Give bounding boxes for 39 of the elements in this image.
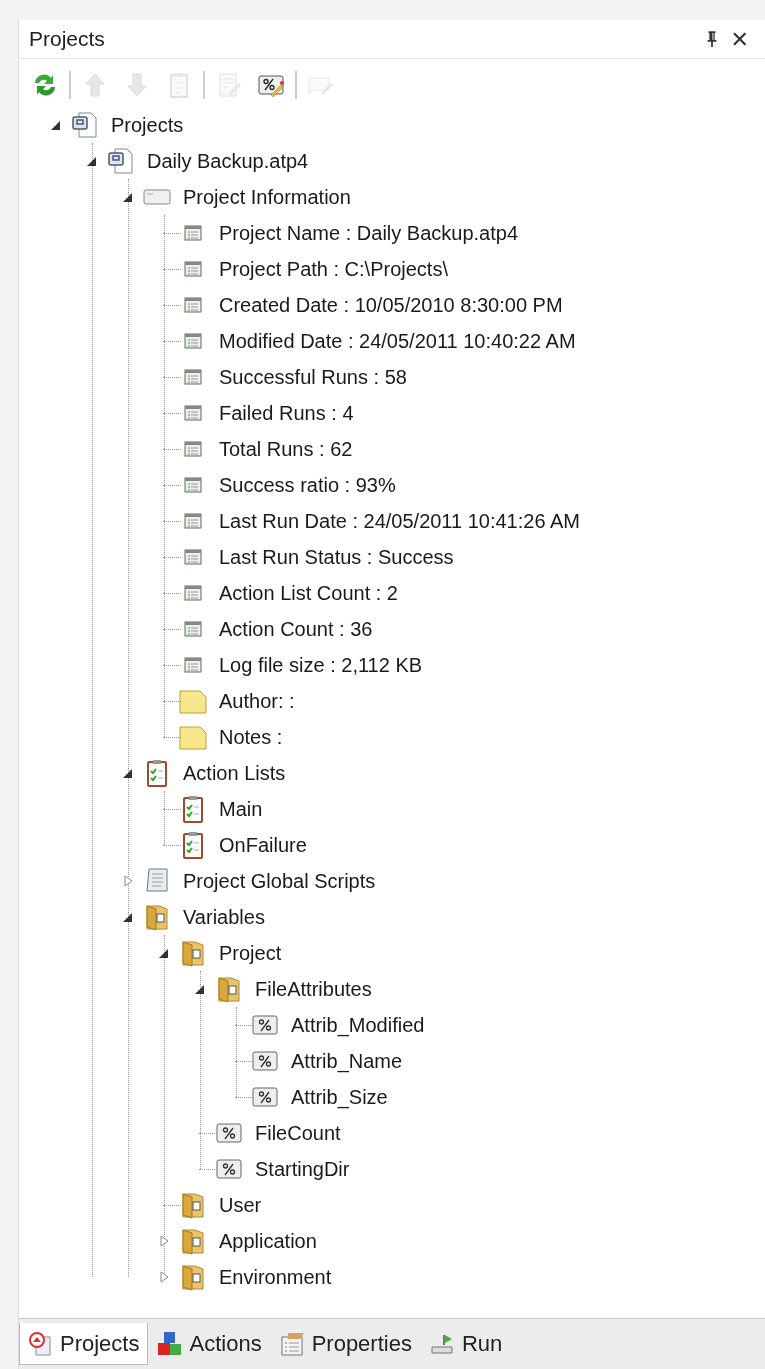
tree-item[interactable]: Attrib_Name: [291, 1049, 403, 1073]
tree-item[interactable]: Created Date : 10/05/2010 8:30:00 PM: [219, 293, 563, 317]
tree-item[interactable]: Successful Runs : 58: [219, 365, 407, 389]
tree-item[interactable]: Total Runs : 62: [219, 437, 353, 461]
tree-item[interactable]: Project: [219, 941, 282, 965]
panel-tab[interactable]: Properties: [270, 1323, 421, 1365]
tree-item[interactable]: Projects: [111, 113, 184, 137]
tree-item[interactable]: Attrib_Modified: [291, 1013, 425, 1037]
panel-tab[interactable]: Projects: [19, 1323, 149, 1365]
tree-item[interactable]: Project Path : C:\Projects\: [219, 257, 448, 281]
tree-item[interactable]: FileAttributes: [255, 977, 372, 1001]
tree-item[interactable]: Modified Date : 24/05/2011 10:40:22 AM: [219, 329, 576, 353]
tree-item[interactable]: OnFailure: [219, 833, 307, 857]
tree-item[interactable]: Failed Runs : 4: [219, 401, 354, 425]
tree-item[interactable]: Action Count : 36: [219, 617, 373, 641]
tree-item[interactable]: Main: [219, 797, 263, 821]
panel-tab[interactable]: Actions: [148, 1323, 271, 1365]
tree-item[interactable]: Last Run Status : Success: [219, 545, 454, 569]
tree-item[interactable]: FileCount: [255, 1121, 341, 1145]
tree-item[interactable]: Project Information: [183, 185, 351, 209]
tree-item[interactable]: Log file size : 2,112 KB: [219, 653, 423, 677]
close-button[interactable]: ✕: [726, 26, 753, 52]
panel-title: Projects: [29, 27, 106, 51]
tree-item[interactable]: Project Global Scripts: [183, 869, 376, 893]
tree-item[interactable]: Last Run Date : 24/05/2011 10:41:26 AM: [219, 509, 580, 533]
tree-item[interactable]: Project Name : Daily Backup.atp4: [219, 221, 519, 245]
tree-item[interactable]: Variables: [183, 905, 265, 929]
tree-item[interactable]: Environment: [219, 1265, 332, 1289]
tree-item[interactable]: User: [219, 1193, 262, 1217]
tree-item[interactable]: Action List Count : 2: [219, 581, 398, 605]
tree-item[interactable]: Attrib_Size: [291, 1085, 388, 1109]
tree-item[interactable]: Author: :: [219, 689, 295, 713]
tree-item[interactable]: Notes :: [219, 725, 283, 749]
tree-item[interactable]: StartingDir: [255, 1157, 350, 1181]
tree-item[interactable]: Success ratio : 93%: [219, 473, 396, 497]
panel-tab[interactable]: Run: [420, 1323, 512, 1365]
tree-item[interactable]: Application: [219, 1229, 317, 1253]
tree-item[interactable]: Daily Backup.atp4: [147, 149, 309, 173]
tree-item[interactable]: Action Lists: [183, 761, 286, 785]
